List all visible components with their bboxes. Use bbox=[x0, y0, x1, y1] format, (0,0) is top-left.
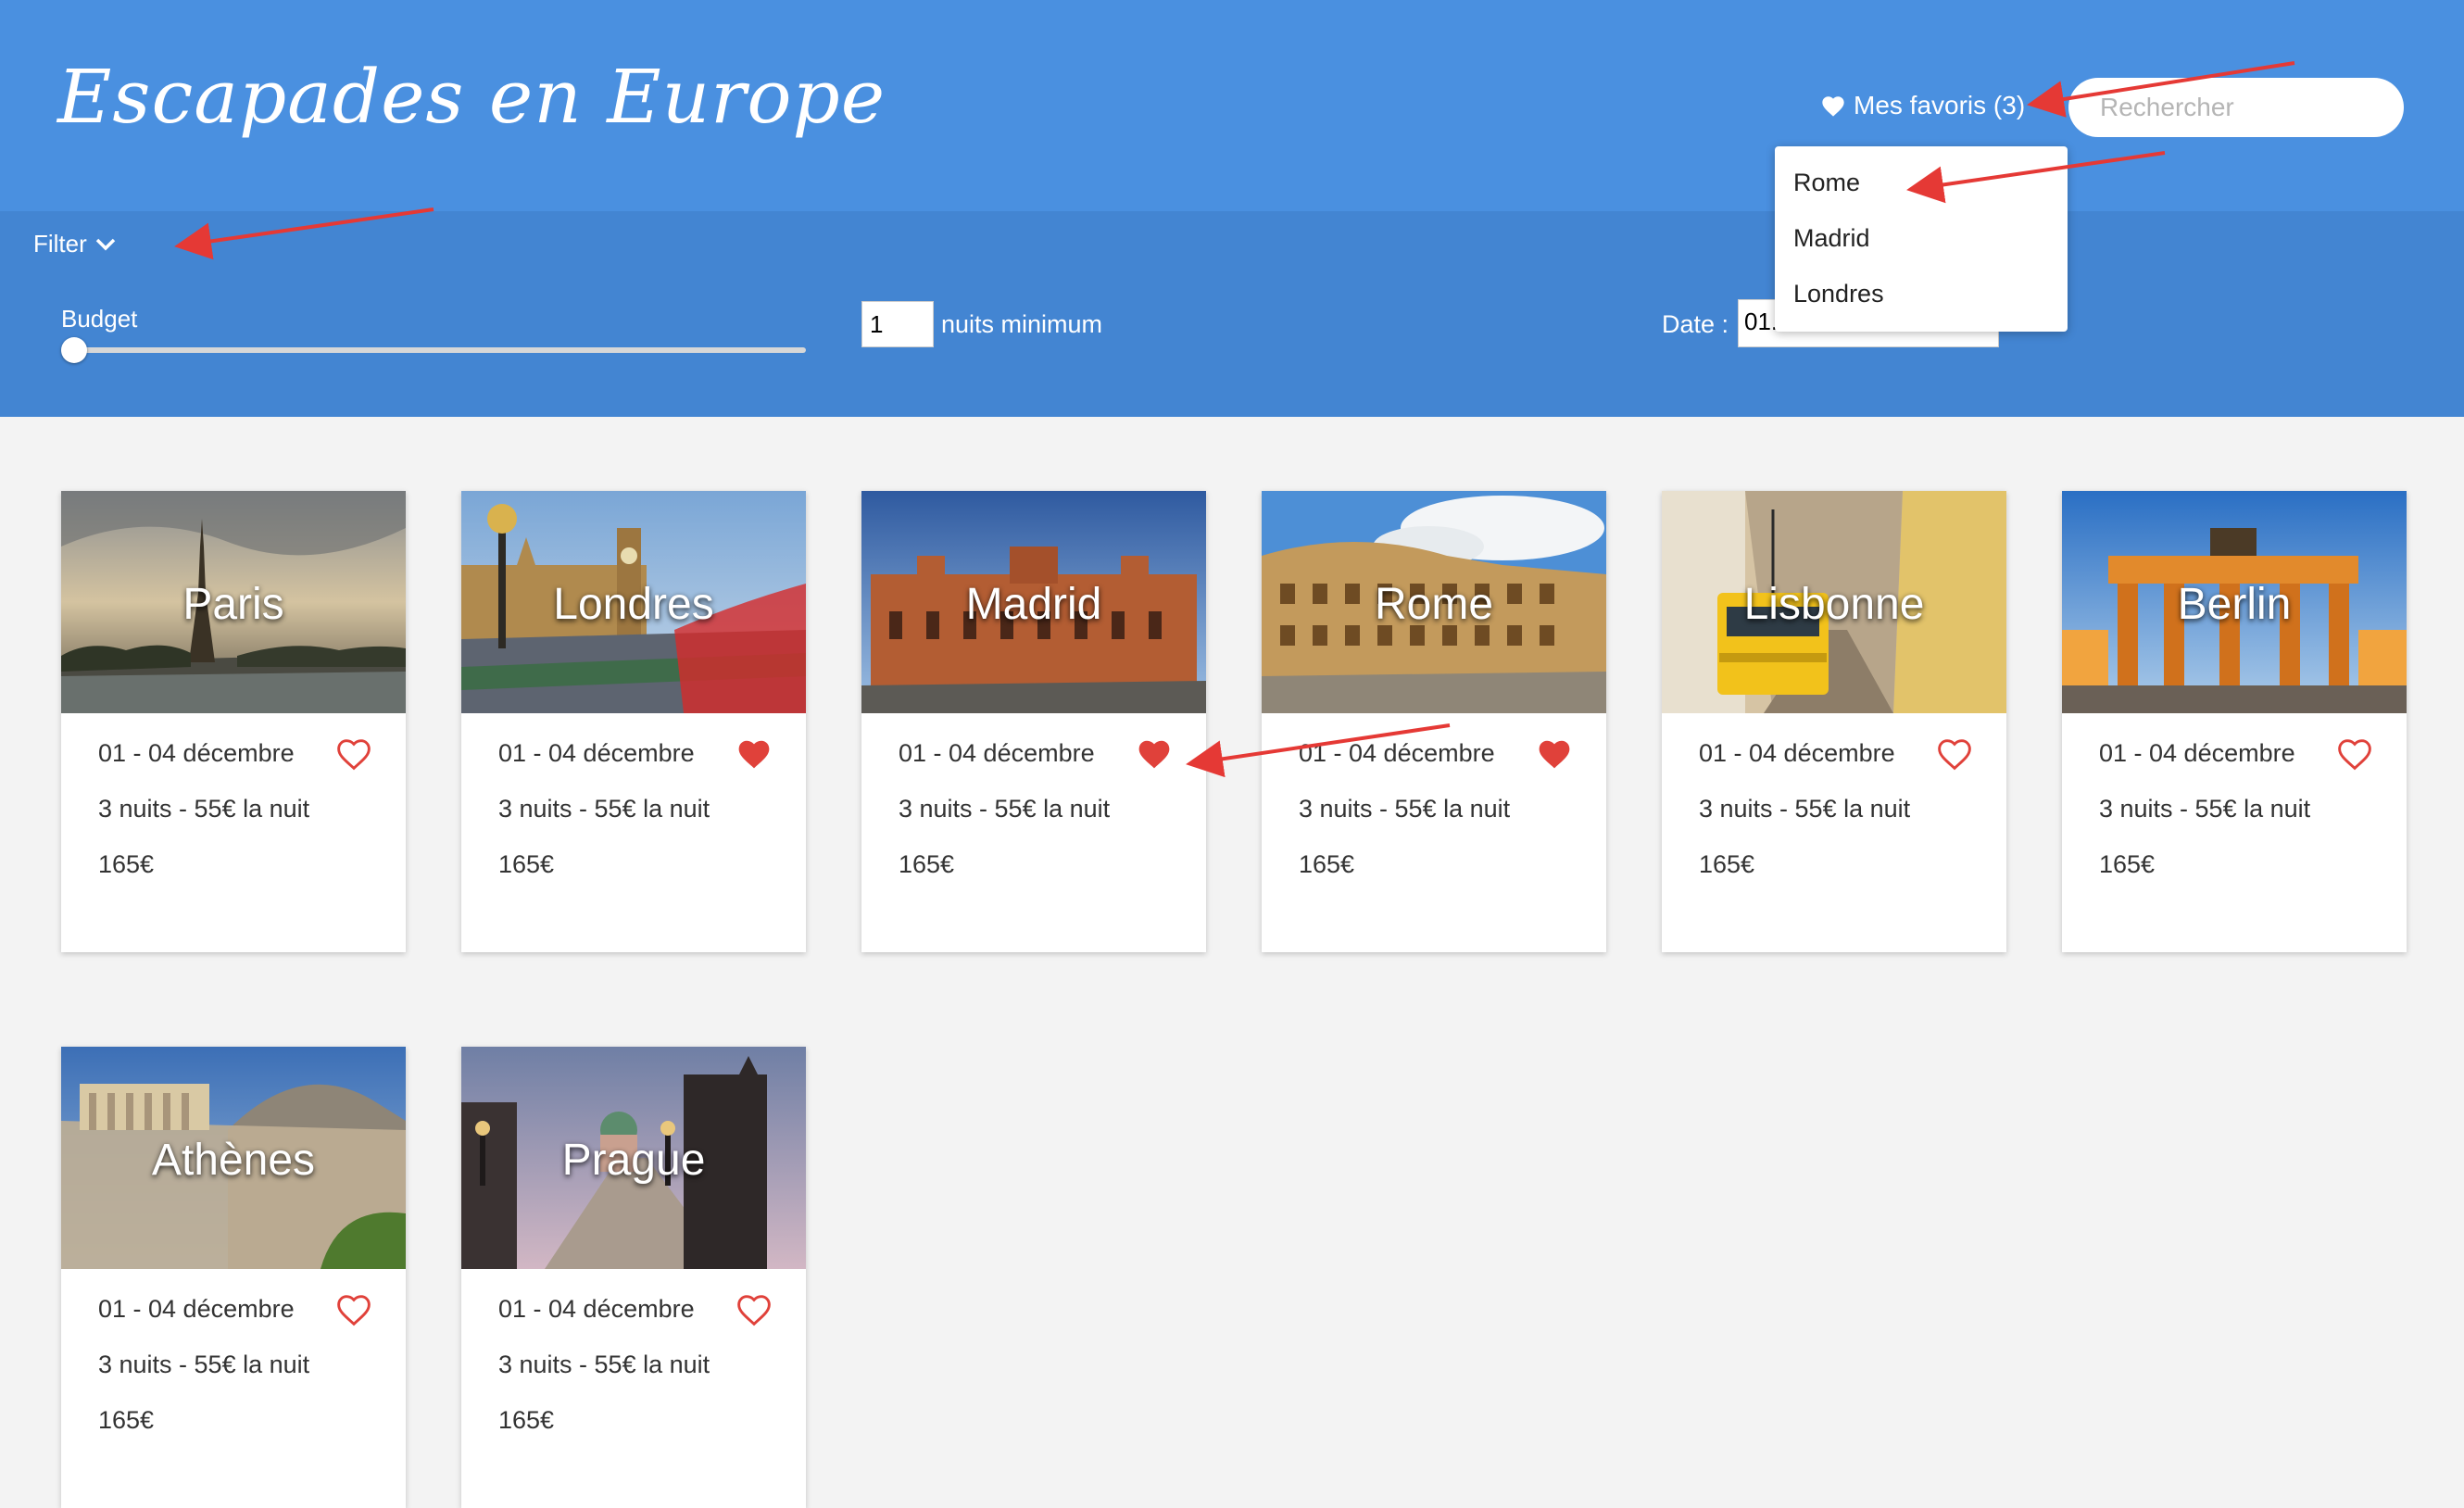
heart-outline-icon[interactable] bbox=[333, 1290, 374, 1327]
date-label: Date : bbox=[1662, 310, 1729, 338]
favorites-dropdown: Rome Madrid Londres bbox=[1775, 146, 2068, 332]
trip-image: Prague bbox=[461, 1047, 806, 1269]
trip-image: Berlin bbox=[2062, 491, 2407, 713]
trip-dates: 01 - 04 décembre bbox=[498, 739, 695, 767]
trip-card-londres[interactable]: Londres 01 - 04 décembre 3 nuits - 55€ l… bbox=[461, 491, 806, 952]
trip-dates: 01 - 04 décembre bbox=[2099, 739, 2295, 767]
heart-outline-icon[interactable] bbox=[2334, 735, 2375, 772]
trip-nights: 3 nuits - 55€ la nuit bbox=[1699, 795, 1911, 823]
site-title[interactable]: Escapades en Europe bbox=[57, 54, 886, 140]
trip-dates: 01 - 04 décembre bbox=[1299, 739, 1495, 767]
trip-image: Rome bbox=[1262, 491, 1606, 713]
trip-dates: 01 - 04 décembre bbox=[899, 739, 1095, 767]
city-name: Athènes bbox=[151, 1136, 316, 1185]
trip-image: Lisbonne bbox=[1662, 491, 2006, 713]
city-name: Rome bbox=[1374, 580, 1494, 629]
trip-dates: 01 - 04 décembre bbox=[98, 739, 295, 767]
trip-nights: 3 nuits - 55€ la nuit bbox=[98, 1351, 310, 1378]
chevron-down-icon bbox=[95, 238, 116, 250]
trip-card-prague[interactable]: Prague 01 - 04 décembre 3 nuits - 55€ la… bbox=[461, 1047, 806, 1508]
filter-toggle[interactable]: Filter bbox=[33, 230, 117, 258]
trip-price: 165€ bbox=[98, 850, 155, 878]
favorites-item-rome[interactable]: Rome bbox=[1793, 169, 1860, 197]
favorites-item-londres[interactable]: Londres bbox=[1793, 280, 1884, 308]
heart-outline-icon[interactable] bbox=[1934, 735, 1975, 772]
budget-slider-handle[interactable] bbox=[61, 337, 87, 363]
trip-price: 165€ bbox=[98, 1406, 155, 1434]
heart-filled-icon[interactable] bbox=[734, 735, 774, 772]
heart-outline-icon[interactable] bbox=[734, 1290, 774, 1327]
trip-price: 165€ bbox=[1299, 850, 1355, 878]
trip-card-lisbonne[interactable]: Lisbonne 01 - 04 décembre 3 nuits - 55€ … bbox=[1662, 491, 2006, 952]
heart-outline-icon[interactable] bbox=[333, 735, 374, 772]
heart-icon bbox=[1822, 96, 1844, 117]
trip-card-athenes[interactable]: Athènes 01 - 04 décembre 3 nuits - 55€ l… bbox=[61, 1047, 406, 1508]
trip-nights: 3 nuits - 55€ la nuit bbox=[498, 1351, 710, 1378]
city-name: Paris bbox=[182, 580, 284, 629]
trip-nights: 3 nuits - 55€ la nuit bbox=[1299, 795, 1511, 823]
city-name: Londres bbox=[553, 580, 714, 629]
nights-minimum-label: nuits minimum bbox=[941, 310, 1103, 338]
trip-image: Paris bbox=[61, 491, 406, 713]
trip-nights: 3 nuits - 55€ la nuit bbox=[899, 795, 1111, 823]
trip-dates: 01 - 04 décembre bbox=[98, 1295, 295, 1323]
trip-nights: 3 nuits - 55€ la nuit bbox=[498, 795, 710, 823]
favorites-label: Mes favoris (3) bbox=[1854, 91, 2026, 119]
city-name: Berlin bbox=[2177, 580, 2292, 629]
favorites-item-madrid[interactable]: Madrid bbox=[1793, 224, 1870, 253]
trip-nights: 3 nuits - 55€ la nuit bbox=[2099, 795, 2311, 823]
trip-nights: 3 nuits - 55€ la nuit bbox=[98, 795, 310, 823]
favorites-button[interactable]: Mes favoris (3) bbox=[1820, 91, 2047, 120]
heart-filled-icon[interactable] bbox=[1534, 735, 1575, 772]
budget-slider-track[interactable] bbox=[74, 347, 806, 353]
trips-grid: Paris 01 - 04 décembre 3 nuits - 55€ la … bbox=[0, 417, 2464, 1508]
city-name: Lisbonne bbox=[1743, 580, 1925, 629]
city-name: Madrid bbox=[965, 580, 1102, 629]
trip-dates: 01 - 04 décembre bbox=[1699, 739, 1895, 767]
trip-image: Londres bbox=[461, 491, 806, 713]
trip-card-berlin[interactable]: Berlin 01 - 04 décembre 3 nuits - 55€ la… bbox=[2062, 491, 2407, 952]
trip-price: 165€ bbox=[1699, 850, 1755, 878]
trip-card-madrid[interactable]: Madrid 01 - 04 décembre 3 nuits - 55€ la… bbox=[861, 491, 1206, 952]
filter-label: Filter bbox=[33, 230, 87, 258]
trip-dates: 01 - 04 décembre bbox=[498, 1295, 695, 1323]
trip-price: 165€ bbox=[899, 850, 955, 878]
trip-image: Madrid bbox=[861, 491, 1206, 713]
trip-card-rome[interactable]: Rome 01 - 04 décembre 3 nuits - 55€ la n… bbox=[1262, 491, 1606, 952]
budget-label: Budget bbox=[61, 305, 138, 333]
heart-filled-icon[interactable] bbox=[1134, 735, 1175, 772]
search-input[interactable] bbox=[2068, 78, 2404, 137]
nights-minimum-input[interactable] bbox=[861, 301, 934, 347]
caret-down-icon bbox=[2034, 103, 2046, 108]
trip-price: 165€ bbox=[498, 850, 555, 878]
city-name: Prague bbox=[561, 1136, 706, 1185]
trip-price: 165€ bbox=[498, 1406, 555, 1434]
trip-card-paris[interactable]: Paris 01 - 04 décembre 3 nuits - 55€ la … bbox=[61, 491, 406, 952]
trip-image: Athènes bbox=[61, 1047, 406, 1269]
trip-price: 165€ bbox=[2099, 850, 2156, 878]
site-header: Escapades en Europe Mes favoris (3) bbox=[0, 0, 2464, 211]
filter-bar bbox=[0, 211, 2464, 417]
